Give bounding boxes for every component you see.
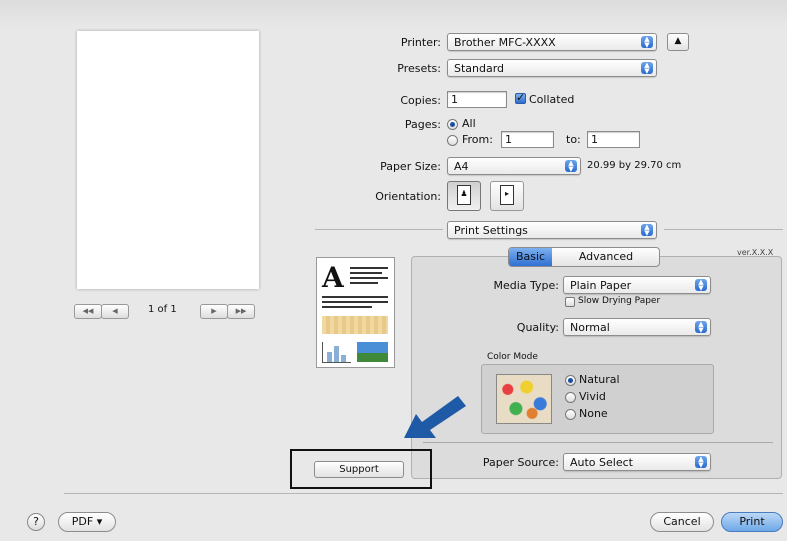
printer-select[interactable]: Brother MFC-XXXX ▲ ▼ <box>447 33 657 51</box>
support-button[interactable]: Support <box>314 461 404 478</box>
popup-arrows-icon: ▲ ▼ <box>641 62 653 75</box>
popup-arrows-icon: ▲ ▼ <box>641 224 653 237</box>
presets-label: Presets: <box>397 62 441 75</box>
pages-from-radio[interactable] <box>447 135 458 146</box>
quality-select[interactable]: Normal ▲ ▼ <box>563 318 711 336</box>
tab-basic[interactable]: Basic <box>509 248 552 266</box>
pages-from-field[interactable]: 1 <box>501 131 554 148</box>
popup-arrows-icon: ▲ ▼ <box>641 36 653 49</box>
landscape-icon: ▸ <box>500 185 514 205</box>
collapse-details-button[interactable]: ▲ <box>667 33 689 51</box>
pages-from-label: From: <box>462 133 493 146</box>
paper-source-select[interactable]: Auto Select ▲ ▼ <box>563 453 711 471</box>
sample-gradient-band <box>322 316 388 334</box>
popup-arrows-icon: ▲ ▼ <box>695 321 707 334</box>
color-mode-title: Color Mode <box>487 352 538 362</box>
annotation-arrow-icon <box>404 396 466 438</box>
version-label: ver.X.X.X <box>737 248 774 257</box>
copies-value: 1 <box>451 93 458 106</box>
media-type-value: Plain Paper <box>570 279 632 292</box>
cancel-button[interactable]: Cancel <box>650 512 714 532</box>
orientation-landscape-button[interactable]: ▸ <box>490 181 524 211</box>
preview-last-button[interactable]: ▶▶ <box>227 304 255 319</box>
copies-label: Copies: <box>400 94 441 107</box>
color-mode-preview-image <box>496 374 552 424</box>
separator-right <box>664 229 783 230</box>
pages-from-value: 1 <box>505 133 512 146</box>
pages-to-field[interactable]: 1 <box>587 131 640 148</box>
print-sample-thumbnail: A <box>316 257 395 368</box>
color-vivid-label: Vivid <box>579 390 606 403</box>
separator-left <box>315 229 443 230</box>
orientation-label: Orientation: <box>375 190 441 203</box>
preview-page-indicator: 1 of 1 <box>148 304 177 315</box>
paper-source-value: Auto Select <box>570 456 633 469</box>
pages-all-label: All <box>462 117 476 130</box>
slow-drying-checkbox[interactable] <box>565 297 575 307</box>
preview-next-button[interactable]: ▶ <box>200 304 228 319</box>
pages-to-label: to: <box>566 133 581 146</box>
slow-drying-label: Slow Drying Paper <box>578 296 661 306</box>
color-vivid-radio[interactable] <box>565 392 576 403</box>
paper-size-label: Paper Size: <box>380 160 441 173</box>
media-type-label: Media Type: <box>493 279 559 292</box>
quality-label: Quality: <box>516 321 559 334</box>
pages-label: Pages: <box>404 118 441 131</box>
print-button[interactable]: Print <box>721 512 783 532</box>
color-natural-label: Natural <box>579 373 620 386</box>
collated-checkbox[interactable] <box>515 91 526 104</box>
paper-size-value: A4 <box>454 160 469 173</box>
orientation-portrait-button[interactable]: ♟ <box>447 181 481 211</box>
presets-value: Standard <box>454 62 505 75</box>
popup-arrows-icon: ▲ ▼ <box>565 160 577 173</box>
paper-size-dimensions: 20.99 by 29.70 cm <box>587 160 682 171</box>
sample-letter-a: A <box>322 261 344 294</box>
panel-value: Print Settings <box>454 224 528 237</box>
footer-separator <box>64 493 783 494</box>
quality-value: Normal <box>570 321 610 334</box>
printer-value: Brother MFC-XXXX <box>454 36 556 49</box>
media-type-select[interactable]: Plain Paper ▲ ▼ <box>563 276 711 294</box>
popup-arrows-icon: ▲ ▼ <box>695 279 707 292</box>
color-natural-radio[interactable] <box>565 375 576 386</box>
portrait-icon: ♟ <box>457 185 471 205</box>
group-separator <box>423 442 773 443</box>
printer-label: Printer: <box>400 36 441 49</box>
pages-to-value: 1 <box>591 133 598 146</box>
color-none-radio[interactable] <box>565 409 576 420</box>
pdf-button[interactable]: PDF ▾ <box>58 512 116 532</box>
help-button[interactable]: ? <box>27 513 45 531</box>
preview-first-button[interactable]: ◀◀ <box>74 304 102 319</box>
collated-label: Collated <box>529 93 575 106</box>
pages-all-radio[interactable] <box>447 119 458 130</box>
popup-arrows-icon: ▲ ▼ <box>695 456 707 469</box>
panel-select[interactable]: Print Settings ▲ ▼ <box>447 221 657 239</box>
sample-photo-icon <box>357 342 388 362</box>
print-preview-page <box>77 31 259 289</box>
paper-size-select[interactable]: A4 ▲ ▼ <box>447 157 581 175</box>
tab-advanced[interactable]: Advanced <box>556 249 656 267</box>
color-none-label: None <box>579 407 608 420</box>
preview-prev-button[interactable]: ◀ <box>101 304 129 319</box>
paper-source-label: Paper Source: <box>482 456 559 469</box>
window-top-strip <box>0 0 787 28</box>
sample-bar-chart-icon <box>322 342 351 363</box>
presets-select[interactable]: Standard ▲ ▼ <box>447 59 657 77</box>
copies-field[interactable]: 1 <box>447 91 507 108</box>
